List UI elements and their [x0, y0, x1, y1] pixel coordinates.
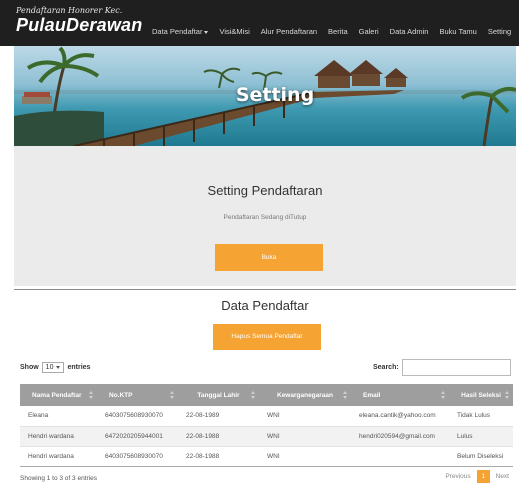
- column-header-nama[interactable]: Nama Pendaftar: [20, 384, 97, 406]
- nav-buku-tamu[interactable]: Buku Tamu: [439, 27, 476, 36]
- page-title: Setting: [235, 84, 315, 106]
- chevron-down-icon: [56, 366, 61, 369]
- cell-hasil-seleksi: Tidak Lulus: [449, 406, 513, 427]
- cell-kewarganegaraan: WNI: [259, 426, 351, 447]
- hero-banner: Setting: [14, 46, 516, 146]
- entries-select[interactable]: 10: [41, 362, 65, 373]
- next-page-button[interactable]: Next: [496, 473, 509, 480]
- column-header-email[interactable]: Email: [351, 384, 449, 406]
- nav-galeri[interactable]: Galeri: [359, 27, 379, 36]
- brand-subtitle: Pendaftaran Honorer Kec.: [16, 6, 123, 15]
- search-input[interactable]: [402, 359, 511, 376]
- cell-email: [351, 446, 449, 467]
- page-1-button[interactable]: 1: [476, 470, 490, 483]
- data-pendaftar-title: Data Pendaftar: [221, 298, 309, 313]
- delete-all-applicants-button[interactable]: Hapus Semua Pendaftar: [213, 324, 321, 350]
- search-label: Search:: [373, 364, 399, 371]
- registration-status-text: Pendaftaran Sedang diTutup: [223, 214, 307, 221]
- brand-title: PulauDerawan: [16, 15, 143, 35]
- nav-setting[interactable]: Setting: [488, 27, 511, 36]
- section-divider: [14, 289, 516, 290]
- column-header-tanggal-lahir[interactable]: Tanggal Lahir: [178, 384, 259, 406]
- cell-tanggal-lahir: 22-08-1988: [178, 446, 259, 467]
- nav-data-pendaftar-label: Data Pendaftar: [152, 27, 203, 36]
- cell-hasil-seleksi: Belum Diseleksi: [449, 446, 513, 467]
- sort-icon: [343, 391, 347, 399]
- entries-select-value: 10: [45, 364, 54, 371]
- setting-title: Setting Pendaftaran: [207, 183, 323, 198]
- pagination: Previous 1 Next: [445, 470, 509, 483]
- brand-logo[interactable]: Pendaftaran Honorer Kec. PulauDerawan: [16, 6, 142, 35]
- nav-data-pendaftar[interactable]: Data Pendaftar: [152, 27, 209, 36]
- sort-icon: [505, 391, 509, 399]
- main-nav: Data Pendaftar Visi&Misi Alur Pendaftara…: [152, 27, 511, 36]
- show-label: Show: [20, 364, 39, 371]
- nav-berita[interactable]: Berita: [328, 27, 348, 36]
- column-header-ktp[interactable]: No.KTP: [97, 384, 178, 406]
- table-row: Hendri wardana 6472020205944001 22-08-19…: [20, 426, 513, 447]
- cell-tanggal-lahir: 22-08-1988: [178, 426, 259, 447]
- table-info: Showing 1 to 3 of 3 entries: [20, 475, 97, 482]
- cell-email: hendri020594@gmail.com: [351, 426, 449, 447]
- cell-kewarganegaraan: WNI: [259, 446, 351, 467]
- cell-hasil-seleksi: Lulus: [449, 426, 513, 447]
- previous-page-button[interactable]: Previous: [445, 473, 470, 480]
- top-navbar: Pendaftaran Honorer Kec. PulauDerawan Da…: [0, 0, 519, 46]
- cell-kewarganegaraan: WNI: [259, 406, 351, 427]
- open-registration-button[interactable]: Buka: [215, 244, 323, 271]
- chevron-down-icon: [204, 30, 209, 34]
- sort-icon: [89, 391, 93, 399]
- sort-icon: [251, 391, 255, 399]
- setting-panel: Setting Pendaftaran Pendaftaran Sedang d…: [14, 146, 516, 286]
- sort-icon: [441, 391, 445, 399]
- column-header-hasil-seleksi[interactable]: Hasil Seleksi: [449, 384, 513, 406]
- cell-nama: Hendri wardana: [20, 426, 97, 447]
- sort-icon: [170, 391, 174, 399]
- nav-alur-pendaftaran[interactable]: Alur Pendaftaran: [261, 27, 317, 36]
- table-row: Hendri wardana 6403075608930070 22-08-19…: [20, 446, 513, 467]
- nav-data-admin[interactable]: Data Admin: [390, 27, 429, 36]
- cell-ktp: 6472020205944001: [97, 426, 178, 447]
- cell-ktp: 6403075608930070: [97, 446, 178, 467]
- cell-nama: Eleana: [20, 406, 97, 427]
- cell-nama: Hendri wardana: [20, 446, 97, 467]
- nav-visi-misi[interactable]: Visi&Misi: [219, 27, 249, 36]
- cell-tanggal-lahir: 22-08-1989: [178, 406, 259, 427]
- cell-ktp: 6403075608930070: [97, 406, 178, 427]
- table-header-row: Nama Pendaftar No.KTP Tanggal Lahir Kewa…: [20, 384, 513, 406]
- table-row: Eleana 6403075608930070 22-08-1989 WNI e…: [20, 406, 513, 427]
- cell-email: eleana.cantik@yahoo.com: [351, 406, 449, 427]
- show-entries-control: Show 10 entries: [20, 362, 90, 373]
- applicants-table: Nama Pendaftar No.KTP Tanggal Lahir Kewa…: [20, 384, 513, 467]
- entries-label: entries: [67, 364, 91, 371]
- column-header-kewarganegaraan[interactable]: Kewarganegaraan: [259, 384, 351, 406]
